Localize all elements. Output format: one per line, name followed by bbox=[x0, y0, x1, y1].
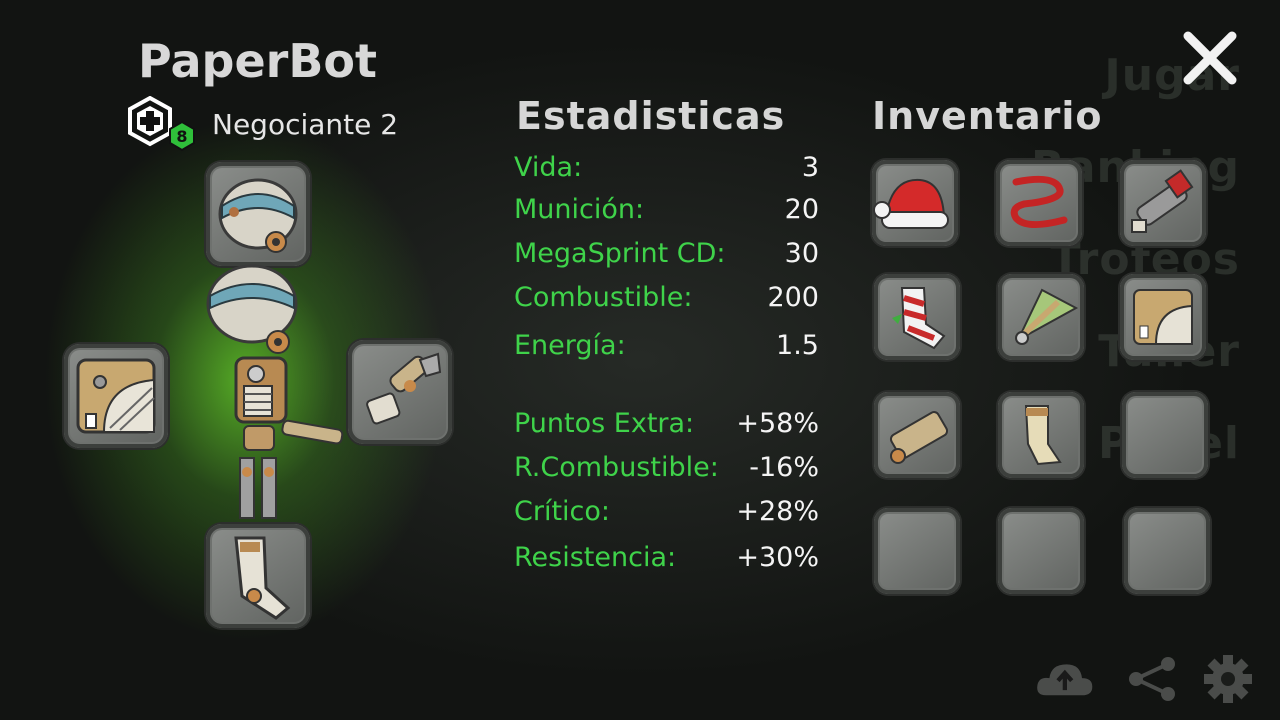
inventory-slot-11[interactable] bbox=[998, 508, 1084, 594]
stat-value: 1.5 bbox=[776, 330, 819, 361]
inventory-slot-5[interactable] bbox=[998, 274, 1084, 360]
close-icon[interactable] bbox=[1182, 30, 1238, 86]
inventory-slot-8[interactable] bbox=[998, 392, 1084, 478]
stat-label: Vida: bbox=[514, 152, 583, 183]
stat-label: MegaSprint CD: bbox=[514, 238, 726, 269]
stat-row-megasprint: MegaSprint CD: 30 bbox=[514, 238, 819, 269]
inventory-slot-7[interactable] bbox=[874, 392, 960, 478]
robot-body bbox=[200, 262, 360, 542]
bonus-row-critical: Crítico: +28% bbox=[514, 496, 819, 527]
inventory-slot-9[interactable] bbox=[1122, 392, 1208, 478]
arm-blaster-icon bbox=[1131, 169, 1194, 233]
arm-blaster-icon bbox=[366, 352, 442, 425]
stats-header: Estadisticas bbox=[516, 94, 786, 138]
stat-row-life: Vida: 3 bbox=[514, 152, 819, 183]
cloud-upload-icon[interactable] bbox=[1034, 654, 1094, 704]
stat-value: 20 bbox=[784, 194, 819, 225]
inventory-slot-2[interactable] bbox=[996, 160, 1082, 246]
inventory-slot-1[interactable] bbox=[872, 160, 958, 246]
inventory-slot-6[interactable] bbox=[1120, 274, 1206, 360]
santa-hat-icon bbox=[873, 178, 949, 229]
leg-part-icon bbox=[234, 536, 291, 620]
candy-sock-icon bbox=[892, 287, 946, 350]
rank-level: 8 bbox=[176, 127, 187, 146]
bonus-value: -16% bbox=[749, 452, 819, 483]
stat-row-energy: Energía: 1.5 bbox=[514, 330, 819, 361]
inventory-slot-10[interactable] bbox=[874, 508, 960, 594]
bonus-value: +28% bbox=[736, 496, 819, 527]
stat-label: Energía: bbox=[514, 330, 626, 361]
share-icon[interactable] bbox=[1122, 654, 1182, 704]
rank-badge-icon: 8 bbox=[128, 96, 195, 152]
robot-head-icon bbox=[218, 178, 298, 253]
equip-slot-right[interactable] bbox=[348, 340, 452, 444]
bonus-label: Puntos Extra: bbox=[514, 408, 695, 439]
red-scarf-icon bbox=[1010, 175, 1068, 228]
rank-display: 8 Negociante 2 bbox=[124, 96, 398, 152]
bonus-row-resistance: Resistencia: +30% bbox=[514, 542, 819, 573]
bonus-label: Crítico: bbox=[514, 496, 611, 527]
bonus-row-extra-points: Puntos Extra: +58% bbox=[514, 408, 819, 439]
stat-value: 200 bbox=[767, 282, 819, 313]
inventory-slot-3[interactable] bbox=[1120, 160, 1206, 246]
equip-slot-bottom[interactable] bbox=[206, 524, 310, 628]
inventory-header: Inventario bbox=[872, 94, 1103, 138]
arm-cannon-part-icon bbox=[889, 411, 949, 464]
bonus-label: R.Combustible: bbox=[514, 452, 719, 483]
equip-slot-head[interactable] bbox=[206, 162, 310, 266]
stat-label: Munición: bbox=[514, 194, 645, 225]
box-chest-icon bbox=[76, 358, 156, 434]
rank-name: Negociante 2 bbox=[212, 107, 399, 141]
bonus-label: Resistencia: bbox=[514, 542, 677, 573]
leg-part-icon bbox=[1024, 405, 1062, 466]
bonus-value: +30% bbox=[736, 542, 819, 573]
stat-label: Combustible: bbox=[514, 282, 693, 313]
bonus-row-fuel-reduction: R.Combustible: -16% bbox=[514, 452, 819, 483]
box-chest-part-icon bbox=[1133, 289, 1193, 345]
equip-slot-left[interactable] bbox=[64, 344, 168, 448]
inventory-slot-4[interactable] bbox=[874, 274, 960, 360]
stat-row-fuel: Combustible: 200 bbox=[514, 282, 819, 313]
green-wing-part-icon bbox=[1015, 288, 1079, 345]
settings-gear-icon[interactable] bbox=[1198, 654, 1258, 704]
stat-row-ammo: Munición: 20 bbox=[514, 194, 819, 225]
inventory-slot-12[interactable] bbox=[1124, 508, 1210, 594]
stat-value: 3 bbox=[801, 152, 819, 183]
bonus-value: +58% bbox=[736, 408, 819, 439]
stat-value: 30 bbox=[784, 238, 819, 269]
robot-name: PaperBot bbox=[138, 34, 377, 88]
